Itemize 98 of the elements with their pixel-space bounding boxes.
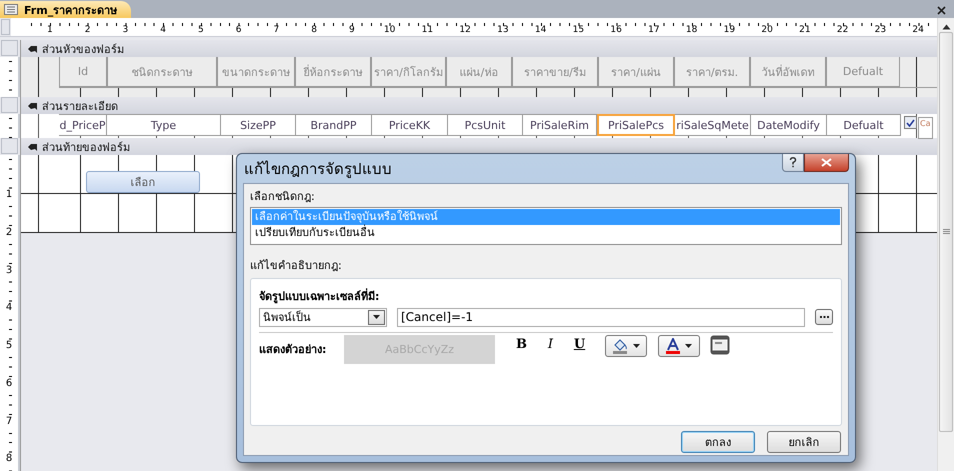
column-label: แผ่น/ห่อ xyxy=(446,57,512,87)
form-tab[interactable]: Frm_ราคากระดาษ xyxy=(0,1,132,18)
rule-type-item[interactable]: เปรียบเทียบกับระเบียนอื่น xyxy=(252,225,840,241)
ruler-number: 7 xyxy=(6,416,12,426)
ruler-number: 13 xyxy=(497,25,509,35)
vertical-ruler xyxy=(0,57,20,97)
help-icon xyxy=(789,157,797,168)
ruler-number: 21 xyxy=(799,25,811,35)
ruler-number: 24 xyxy=(912,25,924,35)
ruler-number: 4 xyxy=(160,25,166,35)
vertical-scrollbar[interactable] xyxy=(937,18,954,471)
ruler-number: 23 xyxy=(874,25,886,35)
ruler-number: 20 xyxy=(761,25,773,35)
format-label: จัดรูปแบบเฉพาะเซลล์ที่มี: xyxy=(259,287,380,305)
scroll-up-icon[interactable] xyxy=(942,24,950,30)
ruler-number: 14 xyxy=(534,25,546,35)
ruler-number: 10 xyxy=(384,25,396,35)
close-button[interactable] xyxy=(804,154,849,172)
preview-label: แสดงตัวอย่าง: xyxy=(259,342,328,358)
ruler-number: 4 xyxy=(6,302,12,314)
column-label: ราคาขาย/รีม xyxy=(512,57,598,87)
checkbox-label: Ca xyxy=(918,117,932,139)
ruler-number: 16 xyxy=(610,25,622,35)
section-title: ส่วนท้ายของฟอร์ม xyxy=(42,140,130,156)
text-field[interactable]: BrandPP xyxy=(296,114,372,136)
section-title: ส่วนรายละเอียด xyxy=(42,98,118,114)
condition-dropdown[interactable]: นิพจน์เป็น xyxy=(259,308,387,326)
section-arrow-icon xyxy=(27,44,38,54)
caret-icon xyxy=(685,344,692,348)
column-label: Defualt xyxy=(826,57,900,87)
ruler-number: 1 xyxy=(6,189,12,200)
ruler-number: 8 xyxy=(6,453,12,464)
ruler-number: 5 xyxy=(198,25,204,35)
column-label: Id xyxy=(59,57,107,87)
fill-color-button[interactable] xyxy=(605,335,647,357)
text-field[interactable]: DateModify xyxy=(751,114,827,136)
paint-bucket-icon xyxy=(612,338,628,354)
underline-button[interactable]: U xyxy=(565,337,594,357)
dialog-title: แก้ไขกฎการจัดรูปแบบ xyxy=(243,158,393,180)
font-color-button[interactable] xyxy=(658,335,700,357)
ruler-number: 8 xyxy=(311,25,317,35)
ruler-number: 17 xyxy=(648,25,660,35)
ruler-number: 3 xyxy=(122,25,128,35)
ruler-number: 5 xyxy=(6,340,12,351)
column-label: ขนาดกระดาษ xyxy=(217,57,295,87)
rule-type-list[interactable]: เลือกค่าในระเบียนปัจจุบันหรือใช้นิพจน์ เปรียบเทียบกับระเบียนอื่น xyxy=(250,207,842,245)
ruler-number: 22 xyxy=(836,25,848,35)
ruler-corner xyxy=(1,19,10,35)
column-label: วันที่อัพเดท xyxy=(750,57,826,87)
scroll-thumb[interactable] xyxy=(939,32,953,432)
column-label: ชนิดกระดาษ xyxy=(107,57,217,87)
ruler-number: 1 xyxy=(47,25,53,35)
ruler-number: 2 xyxy=(6,226,12,238)
section-title: ส่วนหัวของฟอร์ม xyxy=(42,42,124,58)
text-field[interactable]: PcsUnit xyxy=(448,114,523,136)
description-label: แก้ไขคำอธิบายกฎ: xyxy=(250,259,343,273)
bold-button[interactable]: B xyxy=(507,337,536,357)
check-icon xyxy=(906,118,915,126)
ok-button[interactable]: ตกลง xyxy=(681,431,755,453)
text-field[interactable]: PriSaleRim xyxy=(523,114,597,136)
rule-type-label: เลือกชนิดกฎ: xyxy=(250,190,316,204)
expression-field[interactable]: [Cancel]=-1 xyxy=(397,308,805,326)
ruler-number: 6 xyxy=(236,25,242,35)
text-field[interactable]: Type xyxy=(107,114,221,136)
text-field[interactable]: riSaleSqMete xyxy=(675,114,751,136)
text-field[interactable]: SizePP xyxy=(221,114,296,136)
column-label: ยี่ห้อกระดาษ xyxy=(295,57,371,87)
window-icon[interactable] xyxy=(710,335,730,355)
caret-icon xyxy=(633,344,640,348)
checkbox[interactable] xyxy=(904,116,917,129)
column-label: ราคา/กิโลกรัม xyxy=(371,57,446,87)
form-icon xyxy=(4,4,18,15)
column-label: ราคา/ตรม. xyxy=(674,57,750,87)
text-field[interactable]: d_PriceP xyxy=(59,114,107,136)
text-field[interactable]: Defualt xyxy=(827,114,901,136)
text-field[interactable]: PriSalePcs xyxy=(597,114,675,136)
ruler-number: 11 xyxy=(422,25,434,35)
close-icon[interactable] xyxy=(937,6,946,15)
grip-icon xyxy=(942,229,950,235)
select-button[interactable]: เลือก xyxy=(86,171,200,193)
ruler-number: 15 xyxy=(572,25,584,35)
help-button[interactable] xyxy=(782,154,804,172)
italic-button[interactable]: I xyxy=(536,337,565,357)
font-color-icon xyxy=(666,338,680,354)
caret-icon xyxy=(373,315,380,319)
builder-button[interactable] xyxy=(815,309,833,325)
ruler-number: 18 xyxy=(686,25,698,35)
ruler-number: 19 xyxy=(724,25,736,35)
ruler-number: 12 xyxy=(459,25,471,35)
ruler-number: 9 xyxy=(349,25,355,35)
cancel-button[interactable]: ยกเลิก xyxy=(767,431,841,453)
ruler-number: 6 xyxy=(6,378,12,389)
ruler-number: 3 xyxy=(6,264,12,276)
section-arrow-icon xyxy=(27,100,38,110)
column-label: ราคา/แผ่น xyxy=(598,57,674,87)
close-icon xyxy=(821,158,832,167)
text-field[interactable]: PriceKK xyxy=(372,114,448,136)
section-arrow-icon xyxy=(27,142,38,152)
